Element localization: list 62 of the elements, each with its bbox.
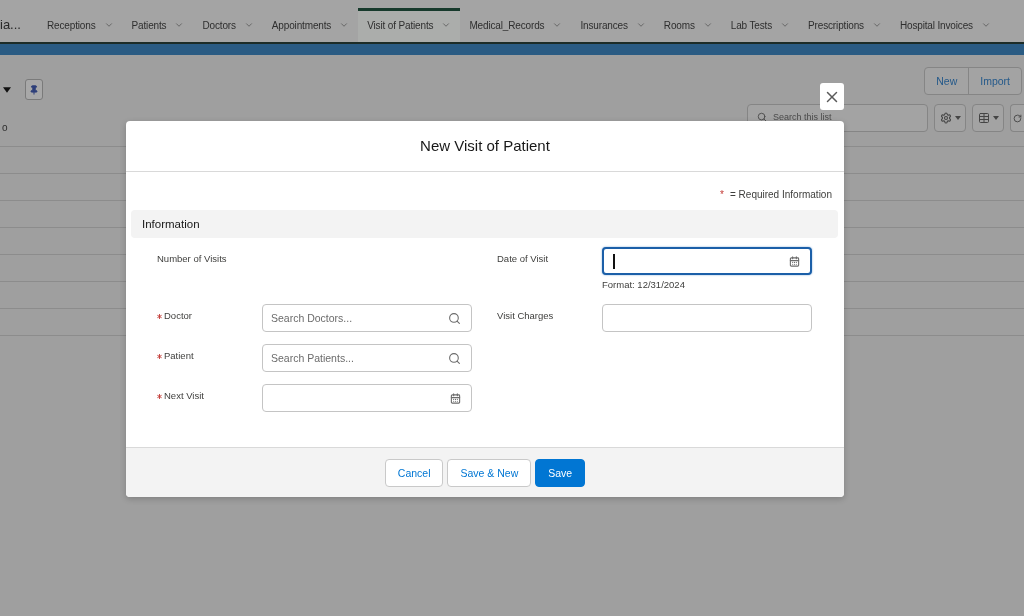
caret-down-icon [992,116,999,120]
table-view-button[interactable] [972,104,1004,132]
pin-button[interactable] [25,79,43,100]
status-text: o [1,122,8,134]
chevron-down-icon [780,20,791,30]
caret-down-icon [954,116,961,120]
chevron-down-icon [339,20,350,30]
search-icon [448,311,461,325]
refresh-button[interactable] [1010,104,1024,132]
close-button[interactable] [820,83,844,110]
nav-tab[interactable]: Receptions [37,8,123,42]
nav-tab[interactable]: Medical_Records [460,8,572,42]
chevron-down-icon [103,20,114,30]
field-label: Visit Charges [497,309,554,323]
search-field[interactable]: Search Patients... [262,344,472,372]
nav-tab[interactable]: Prescriptions [799,8,891,42]
search-icon [448,351,461,365]
pin-icon [29,84,39,95]
nav-tab[interactable]: Doctors [193,8,263,42]
calendar-icon [789,255,800,267]
chevron-down-icon [871,20,882,30]
nav-tab[interactable]: Rooms [654,8,722,42]
field-label: Doctor [164,309,192,323]
text-cursor-icon [613,253,615,269]
date-field[interactable] [262,384,472,412]
field-label: Next Visit [164,389,204,403]
nav-tab[interactable]: Patients [122,8,194,42]
secondary-button[interactable]: Save & New [447,458,532,487]
required-legend: * = Required Information [720,188,832,202]
caret-down-icon[interactable] [3,86,11,93]
chevron-down-icon [552,20,563,30]
nav-tab[interactable]: Insurances [571,8,655,42]
search-icon [757,112,767,122]
modal-title: New Visit of Patient [420,137,550,155]
app-title: ia... [0,17,21,33]
date-field[interactable] [602,247,812,275]
refresh-icon [1013,113,1022,123]
table-icon [977,112,990,124]
chevron-down-icon [441,20,452,30]
calendar-icon [450,392,461,404]
input-field[interactable] [602,304,812,332]
chevron-down-icon [174,20,185,30]
field-label: Number of Visits [157,252,227,266]
chevron-down-icon [635,20,646,30]
save-button[interactable]: Save [535,458,586,487]
chevron-down-icon [702,20,713,30]
section-header: Information [131,210,838,238]
help-text: Format: 12/31/2024 [602,278,686,292]
nav-tab[interactable]: Hospital Invoices [890,8,1000,42]
chevron-down-icon [243,20,254,30]
secondary-button[interactable]: Cancel [384,458,444,487]
field-label: Date of Visit [497,252,549,266]
gear-icon [939,112,952,124]
nav-tab[interactable]: Visit of Patients [358,8,461,42]
action-button[interactable]: New [925,68,969,94]
action-button[interactable]: Import [968,68,1021,94]
search-field[interactable]: Search Doctors... [262,304,472,332]
nav-tab[interactable]: Appointments [262,8,359,42]
settings-button[interactable] [934,104,966,132]
chevron-down-icon [980,20,991,30]
field-label: Patient [164,349,194,363]
nav-tab[interactable]: Lab Tests [721,8,800,42]
